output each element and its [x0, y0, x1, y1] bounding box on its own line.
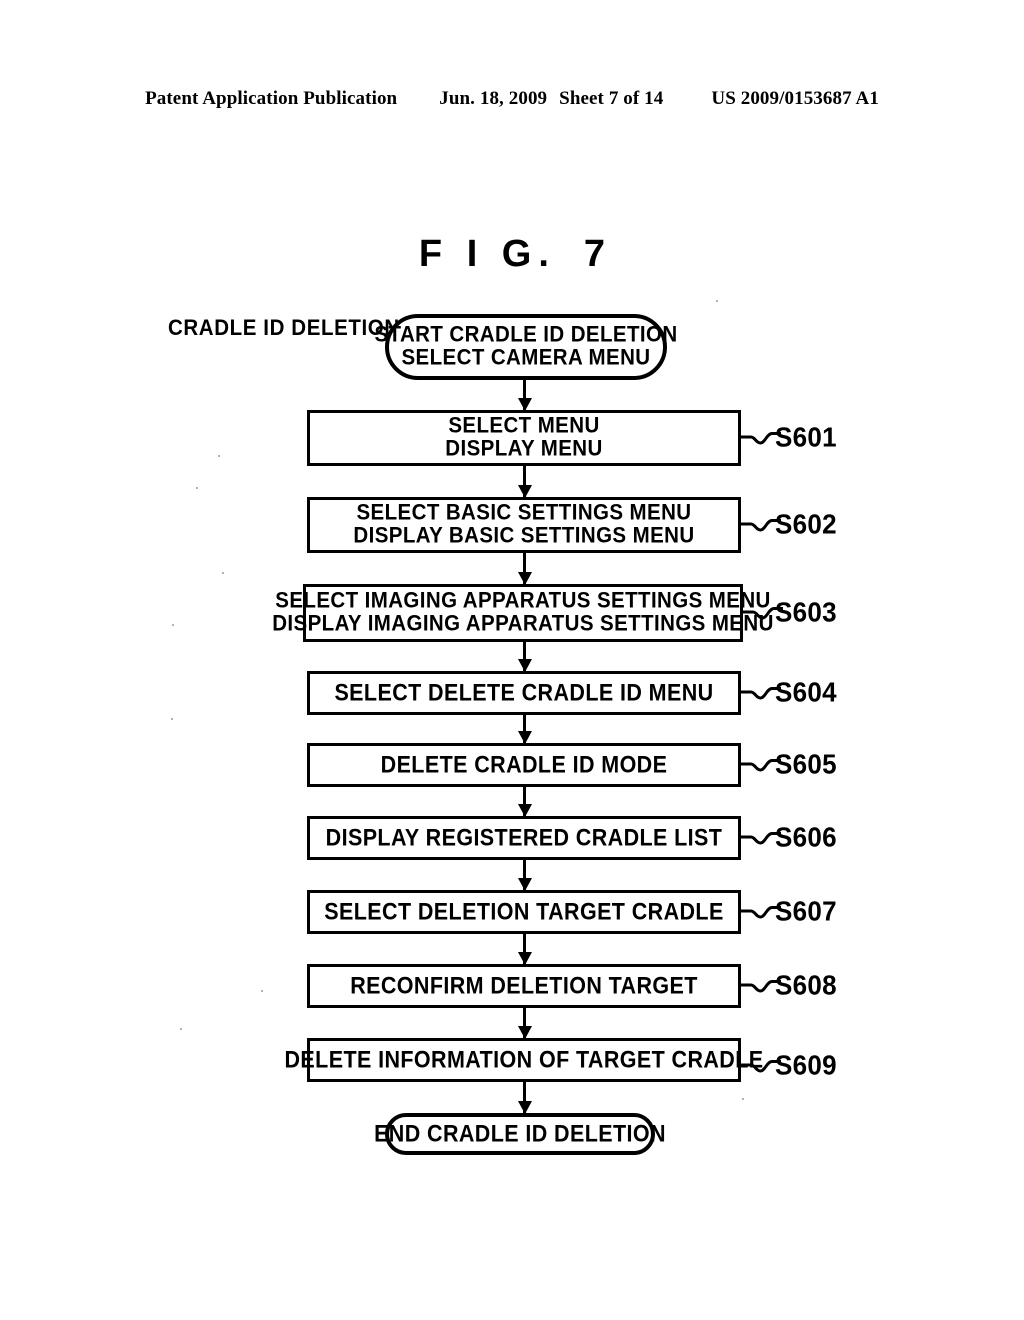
- flowchart-step-id: S607: [775, 895, 837, 927]
- flowchart-step-id: S605: [775, 748, 837, 780]
- scan-speckle: [172, 624, 174, 626]
- flowchart-step-id: S609: [775, 1049, 837, 1081]
- scan-speckle: [218, 455, 220, 457]
- patent-header: Patent Application Publication Jun. 18, …: [0, 88, 1024, 118]
- flowchart-connector-arrow: [523, 642, 526, 671]
- flowchart-step-id: S608: [775, 969, 837, 1001]
- flowchart-node-line: SELECT CAMERA MENU: [401, 344, 651, 371]
- patent-number: US 2009/0153687 A1: [711, 88, 879, 109]
- flowchart-process-box: DELETE CRADLE ID MODE: [307, 743, 741, 787]
- publication-label: Patent Application Publication: [145, 88, 398, 109]
- flowchart-step-id: S603: [775, 596, 837, 628]
- flowchart-node-line: RECONFIRM DELETION TARGET: [350, 972, 698, 1000]
- scan-speckle: [261, 990, 263, 992]
- flowchart-connector-arrow: [523, 1008, 526, 1038]
- flowchart-process-box: DELETE INFORMATION OF TARGET CRADLE: [285, 1038, 763, 1082]
- flowchart-node-line: DISPLAY REGISTERED CRADLE LIST: [325, 824, 723, 852]
- flowchart-node-line: END CRADLE ID DELETION: [374, 1120, 666, 1148]
- flowchart-node-line: DISPLAY MENU: [445, 435, 603, 462]
- figure-title: F I G. 7: [0, 233, 1024, 276]
- flowchart-connector-arrow: [523, 934, 526, 964]
- flowchart-connector-arrow: [523, 553, 526, 584]
- flowchart-terminal: START CRADLE ID DELETION SELECT CAMERA ME…: [374, 314, 677, 380]
- publication-date: Jun. 18, 2009: [439, 88, 548, 109]
- flowchart-process-box: RECONFIRM DELETION TARGET: [307, 964, 741, 1008]
- figure-title-number: 7: [583, 233, 606, 275]
- flowchart-node-line: DELETE INFORMATION OF TARGET CRADLE: [284, 1046, 764, 1074]
- flowchart-node-line: DELETE CRADLE ID MODE: [380, 751, 668, 779]
- flowchart-side-caption: CRADLE ID DELETION: [168, 316, 400, 341]
- flowchart-terminal: END CRADLE ID DELETION: [374, 1113, 666, 1155]
- flowchart-process-box: DISPLAY REGISTERED CRADLE LIST: [307, 816, 741, 860]
- sheet-number: Sheet 7 of 14: [559, 88, 664, 109]
- flowchart-connector-arrow: [523, 715, 526, 743]
- scan-speckle: [180, 1028, 182, 1030]
- flowchart-step-id: S602: [775, 508, 837, 540]
- flowchart-connector-arrow: [523, 860, 526, 890]
- flowchart-connector-arrow: [523, 466, 526, 497]
- scan-speckle: [222, 572, 224, 574]
- scan-speckle: [171, 718, 173, 720]
- flowchart-process-box: SELECT DELETE CRADLE ID MENU: [307, 671, 741, 715]
- flowchart-step-id: S604: [775, 676, 837, 708]
- flowchart-node-line: DISPLAY BASIC SETTINGS MENU: [353, 522, 695, 549]
- flowchart-process-box: SELECT IMAGING APPARATUS SETTINGS MENU DI…: [272, 584, 773, 642]
- flowchart-connector-arrow: [523, 1082, 526, 1113]
- flowchart-node-line: SELECT DELETION TARGET CRADLE: [324, 898, 724, 926]
- scan-speckle: [196, 487, 198, 489]
- scan-speckle: [716, 300, 718, 302]
- flowchart-process-box: SELECT BASIC SETTINGS MENU DISPLAY BASIC …: [307, 497, 741, 553]
- figure-title-label: F I G.: [418, 233, 556, 275]
- flowchart-connector-arrow: [523, 787, 526, 816]
- flowchart-step-id: S606: [775, 821, 837, 853]
- scan-speckle: [742, 1098, 744, 1100]
- flowchart-node-line: DISPLAY IMAGING APPARATUS SETTINGS MENU: [272, 610, 774, 637]
- flowchart-step-id: S601: [775, 421, 837, 453]
- flowchart-node-line: SELECT DELETE CRADLE ID MENU: [334, 679, 714, 707]
- flowchart-process-box: SELECT DELETION TARGET CRADLE: [307, 890, 741, 934]
- flowchart-connector-arrow: [523, 380, 526, 410]
- flowchart-process-box: SELECT MENU DISPLAY MENU: [307, 410, 741, 466]
